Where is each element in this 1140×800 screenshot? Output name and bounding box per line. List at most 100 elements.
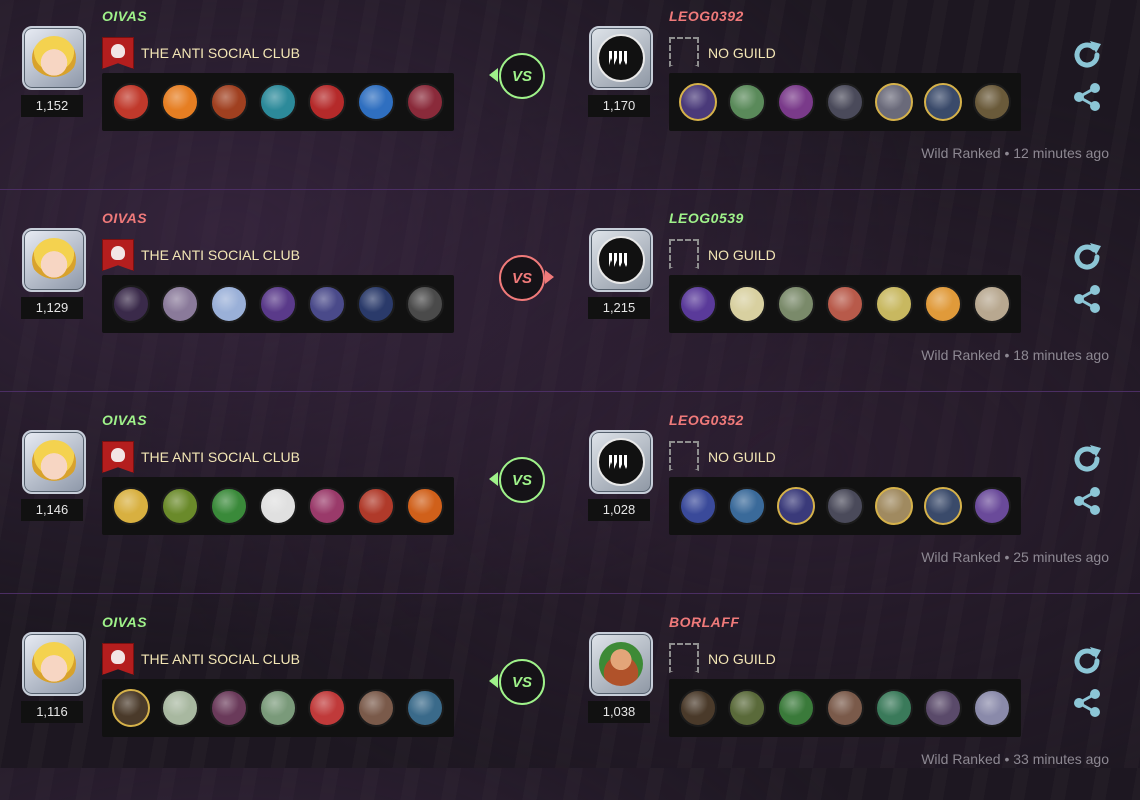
monster-card-icon[interactable] (406, 689, 444, 727)
skull-banner-icon (102, 441, 134, 473)
skull-banner-icon (102, 643, 134, 675)
empty-banner-icon (669, 37, 699, 67)
monster-card-icon[interactable] (161, 285, 199, 323)
winner-arrow-icon (489, 472, 498, 486)
guild-name[interactable]: THE ANTI SOCIAL CLUB (141, 45, 300, 61)
replay-icon[interactable] (1070, 38, 1104, 72)
monster-card-icon[interactable] (161, 689, 199, 727)
monster-card-icon[interactable] (259, 83, 297, 121)
player-name[interactable]: OIVAS (102, 8, 147, 24)
monster-card-icon[interactable] (679, 689, 717, 727)
replay-icon[interactable] (1070, 442, 1104, 476)
monster-card-icon[interactable] (112, 487, 150, 525)
player-avatar[interactable] (20, 630, 88, 698)
monster-card-icon[interactable] (728, 487, 766, 525)
monster-card-icon[interactable] (308, 487, 346, 525)
monster-card-icon[interactable] (210, 689, 248, 727)
monster-card-icon[interactable] (161, 83, 199, 121)
monster-card-icon[interactable] (826, 285, 864, 323)
replay-icon[interactable] (1070, 240, 1104, 274)
player-name[interactable]: OIVAS (102, 412, 147, 428)
monster-card-icon[interactable] (308, 689, 346, 727)
monster-card-icon[interactable] (924, 285, 962, 323)
monster-card-icon[interactable] (875, 487, 913, 525)
monster-card-icon[interactable] (210, 487, 248, 525)
vs-badge: VS (499, 659, 545, 705)
monster-card-icon[interactable] (357, 487, 395, 525)
monster-card-icon[interactable] (406, 487, 444, 525)
player-avatar[interactable] (587, 24, 655, 92)
guild-name[interactable]: NO GUILD (708, 45, 776, 61)
monster-card-icon[interactable] (973, 285, 1011, 323)
monster-card-icon[interactable] (924, 487, 962, 525)
monster-card-icon[interactable] (973, 487, 1011, 525)
team-cards (102, 73, 454, 131)
monster-card-icon[interactable] (679, 83, 717, 121)
monster-card-icon[interactable] (826, 83, 864, 121)
row-divider (0, 391, 1140, 392)
monster-card-icon[interactable] (357, 83, 395, 121)
guild-name[interactable]: THE ANTI SOCIAL CLUB (141, 247, 300, 263)
player-name[interactable]: LEOG0539 (669, 210, 744, 226)
player-name[interactable]: OIVAS (102, 210, 147, 226)
monster-card-icon[interactable] (259, 689, 297, 727)
monster-card-icon[interactable] (210, 83, 248, 121)
monster-card-icon[interactable] (973, 689, 1011, 727)
monster-card-icon[interactable] (826, 689, 864, 727)
guild-name[interactable]: THE ANTI SOCIAL CLUB (141, 651, 300, 667)
player-avatar[interactable] (20, 24, 88, 92)
monster-card-icon[interactable] (924, 83, 962, 121)
share-icon[interactable] (1070, 282, 1104, 316)
monster-card-icon[interactable] (728, 285, 766, 323)
player-avatar[interactable] (20, 428, 88, 496)
monster-card-icon[interactable] (777, 285, 815, 323)
player-name[interactable]: LEOG0352 (669, 412, 744, 428)
skull-icon (111, 448, 125, 462)
monster-card-icon[interactable] (357, 689, 395, 727)
player-avatar[interactable] (587, 630, 655, 698)
monster-card-icon[interactable] (875, 689, 913, 727)
monster-card-icon[interactable] (777, 689, 815, 727)
player-rating: 1,028 (588, 499, 650, 521)
player-avatar[interactable] (587, 226, 655, 294)
bearded-avatar (589, 632, 653, 696)
monster-card-icon[interactable] (406, 285, 444, 323)
share-icon[interactable] (1070, 80, 1104, 114)
player-name[interactable]: OIVAS (102, 614, 147, 630)
monster-card-icon[interactable] (112, 83, 150, 121)
monster-card-icon[interactable] (210, 285, 248, 323)
player-avatar[interactable] (587, 428, 655, 496)
monster-card-icon[interactable] (406, 83, 444, 121)
monster-card-icon[interactable] (259, 487, 297, 525)
monster-card-icon[interactable] (875, 285, 913, 323)
guild-name[interactable]: NO GUILD (708, 449, 776, 465)
share-icon[interactable] (1070, 484, 1104, 518)
monster-card-icon[interactable] (679, 487, 717, 525)
monster-card-icon[interactable] (112, 285, 150, 323)
player-name[interactable]: BORLAFF (669, 614, 739, 630)
monster-card-icon[interactable] (161, 487, 199, 525)
monster-card-icon[interactable] (308, 285, 346, 323)
monster-card-icon[interactable] (259, 285, 297, 323)
monster-card-icon[interactable] (826, 487, 864, 525)
monster-card-icon[interactable] (357, 285, 395, 323)
monster-card-icon[interactable] (308, 83, 346, 121)
replay-icon[interactable] (1070, 644, 1104, 678)
guild-name[interactable]: NO GUILD (708, 247, 776, 263)
monster-card-icon[interactable] (973, 83, 1011, 121)
monster-card-icon[interactable] (679, 285, 717, 323)
guild-name[interactable]: THE ANTI SOCIAL CLUB (141, 449, 300, 465)
monster-card-icon[interactable] (924, 689, 962, 727)
monster-card-icon[interactable] (728, 689, 766, 727)
monster-card-icon[interactable] (728, 83, 766, 121)
share-icon[interactable] (1070, 686, 1104, 720)
player-rating: 1,146 (21, 499, 83, 521)
monster-card-icon[interactable] (875, 83, 913, 121)
team-cards (102, 679, 454, 737)
player-avatar[interactable] (20, 226, 88, 294)
monster-card-icon[interactable] (112, 689, 150, 727)
monster-card-icon[interactable] (777, 83, 815, 121)
guild-name[interactable]: NO GUILD (708, 651, 776, 667)
player-name[interactable]: LEOG0392 (669, 8, 744, 24)
monster-card-icon[interactable] (777, 487, 815, 525)
